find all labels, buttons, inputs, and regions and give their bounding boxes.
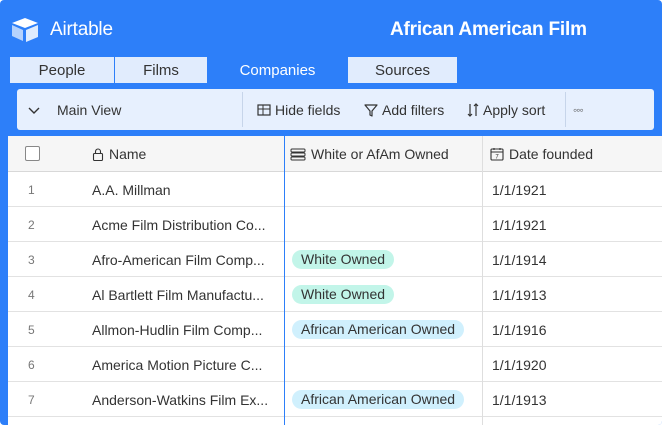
cell-name[interactable]: Afro-American Film Comp... (92, 242, 282, 277)
base-title[interactable]: African American Film (390, 19, 587, 41)
table-row[interactable]: 6 America Motion Picture C... 1/1/1920 (8, 347, 662, 382)
airtable-logo-icon (12, 18, 38, 42)
tab-sources[interactable]: Sources (348, 57, 458, 83)
view-bar: Main View Hide fields Add filters Apply … (17, 89, 654, 130)
tab-companies[interactable]: Companies (208, 57, 348, 83)
view-switcher[interactable]: Main View (27, 89, 121, 130)
table-tabs: People Films Companies Sources (10, 57, 458, 83)
cell-owned[interactable]: African American Owned (292, 382, 465, 417)
brand-name[interactable]: Airtable (50, 19, 113, 41)
primary-column-divider (284, 136, 285, 425)
owned-pill: African American Owned (292, 390, 465, 409)
row-number: 6 (28, 357, 35, 372)
single-select-icon (290, 148, 306, 160)
cell-owned[interactable]: African American Owned (292, 312, 465, 347)
cell-date-founded[interactable]: 1/1/1914 (492, 242, 547, 277)
cell-date-founded[interactable]: 1/1/1921 (492, 172, 547, 207)
row-number: 4 (28, 287, 35, 302)
cell-date-founded[interactable]: 1/1/1921 (492, 207, 547, 242)
divider (565, 92, 566, 127)
cell-date-founded[interactable]: 1/1/1913 (492, 277, 547, 312)
row-number: 5 (28, 322, 35, 337)
table-row[interactable]: 7 Anderson-Watkins Film Ex... African Amer… (8, 382, 662, 417)
view-name: Main View (57, 101, 122, 118)
table-row[interactable]: 3 Afro-American Film Comp... White Owned 1/… (8, 242, 662, 277)
column-header-label: Date founded (509, 146, 594, 162)
hide-fields-label: Hide fields (275, 101, 341, 118)
divider (242, 92, 243, 127)
cell-name[interactable]: Al Bartlett Film Manufactu... (92, 277, 282, 312)
tab-films[interactable]: Films (115, 57, 208, 83)
column-header-founded[interactable]: 7 Date founded (490, 136, 593, 172)
cell-owned[interactable]: White Owned (292, 277, 395, 312)
row-number: 3 (28, 252, 35, 267)
cell-owned[interactable]: White Owned (292, 242, 395, 277)
row-number: 7 (28, 392, 35, 407)
lock-icon (92, 147, 104, 161)
row-number: 1 (28, 182, 35, 197)
cell-date-founded[interactable]: 1/1/1916 (492, 312, 547, 347)
owned-pill: African American Owned (292, 320, 465, 339)
calendar-icon: 7 (490, 148, 504, 161)
apply-sort-button[interactable]: Apply sort (467, 89, 545, 130)
cell-date-founded[interactable]: 1/1/1913 (492, 382, 547, 417)
column-header-owned[interactable]: White or AfAm Owned (290, 136, 449, 172)
cell-name[interactable]: Acme Film Distribution Co... (92, 207, 282, 242)
hide-fields-button[interactable]: Hide fields (257, 89, 340, 130)
records-grid: Name White or AfAm Owned 7 Date founded … (5, 136, 662, 425)
table-row[interactable]: 1 A.A. Millman 1/1/1921 (8, 172, 662, 207)
more-options-button[interactable]: ◦◦◦ (573, 89, 584, 130)
top-bar: Airtable African American Film (0, 0, 662, 57)
airtable-window: Airtable African American Film People Fi… (0, 0, 662, 425)
add-filters-label: Add filters (382, 101, 445, 118)
grid-icon (257, 103, 271, 116)
apply-sort-label: Apply sort (483, 101, 546, 118)
owned-pill: White Owned (292, 250, 395, 269)
row-number: 2 (28, 217, 35, 232)
column-divider (482, 136, 483, 425)
grid-header: Name White or AfAm Owned 7 Date founded (8, 136, 662, 172)
cell-name[interactable]: A.A. Millman (92, 172, 282, 207)
cell-name[interactable]: Anderson-Watkins Film Ex... (92, 382, 282, 417)
table-row[interactable]: 5 Allmon-Hudlin Film Comp... African Ameri… (8, 312, 662, 347)
tab-people[interactable]: People (10, 57, 115, 83)
column-header-label: White or AfAm Owned (311, 146, 449, 162)
table-row[interactable]: 4 Al Bartlett Film Manufactu... White Owne… (8, 277, 662, 312)
cell-name[interactable]: America Motion Picture C... (92, 347, 282, 382)
filter-icon (364, 103, 378, 117)
add-filters-button[interactable]: Add filters (364, 89, 444, 130)
table-row[interactable]: 2 Acme Film Distribution Co... 1/1/1921 (8, 207, 662, 242)
owned-pill: White Owned (292, 285, 395, 304)
column-header-name[interactable]: Name (92, 136, 146, 172)
select-all-checkbox[interactable] (25, 146, 40, 161)
sort-icon (467, 102, 479, 117)
cell-name[interactable]: Allmon-Hudlin Film Comp... (92, 312, 282, 347)
chevron-down-icon (28, 107, 40, 114)
column-header-label: Name (109, 146, 147, 162)
cell-date-founded[interactable]: 1/1/1920 (492, 347, 547, 382)
